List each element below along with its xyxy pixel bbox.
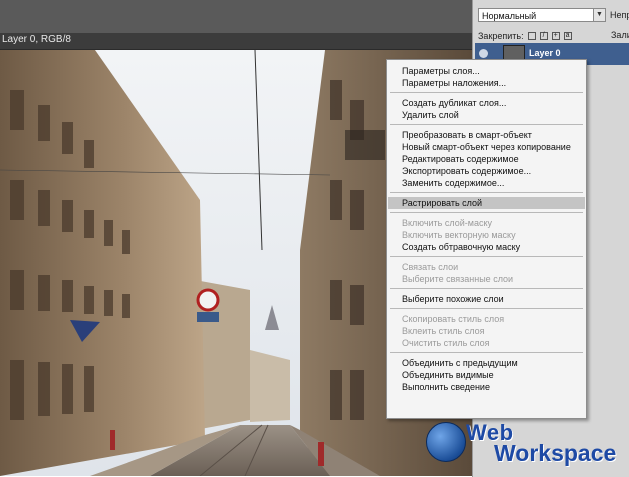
lock-label: Закрепить: [478, 31, 524, 41]
globe-icon [426, 422, 466, 462]
menu-item[interactable]: Параметры слоя... [388, 65, 585, 77]
menu-item[interactable]: Объединить видимые [388, 369, 585, 381]
menu-separator [390, 288, 583, 289]
menu-separator [390, 308, 583, 309]
menu-item[interactable]: Объединить с предыдущим [388, 357, 585, 369]
menu-item[interactable]: Экспортировать содержимое... [388, 165, 585, 177]
options-bar [0, 0, 472, 34]
lock-transparency-icon[interactable] [527, 32, 536, 40]
menu-item: Очистить стиль слоя [402, 338, 490, 348]
eye-icon[interactable] [479, 49, 488, 58]
blend-mode-select[interactable]: Нормальный [478, 8, 605, 22]
menu-item[interactable]: Удалить слой [388, 109, 585, 121]
menu-item[interactable]: Создать дубликат слоя... [388, 97, 585, 109]
menu-separator [390, 192, 583, 193]
menu-item[interactable]: Заменить содержимое... [388, 177, 585, 189]
web-workspace-logo: Web Workspace [426, 420, 622, 468]
fill-label: Зали [611, 30, 629, 40]
menu-item[interactable]: Создать обтравочную маску [388, 241, 585, 253]
document-tab-title: Layer 0, RGB/8 [2, 34, 71, 45]
menu-item: Вклеить стиль слоя [402, 326, 485, 336]
logo-line2: Workspace [494, 440, 617, 466]
menu-item: Скопировать стиль слоя [402, 314, 505, 324]
lock-position-icon[interactable]: + [551, 32, 560, 40]
document-tab[interactable]: Layer 0, RGB/8 [0, 33, 472, 50]
screenshot-frame: Layer 0, RGB/8 Нормальный ▼ Непр Закрепи… [0, 0, 629, 477]
menu-separator [390, 256, 583, 257]
menu-separator [390, 352, 583, 353]
menu-item[interactable]: Редактировать содержимое [388, 153, 585, 165]
menu-separator [390, 124, 583, 125]
menu-item[interactable]: Выполнить сведение [388, 381, 585, 393]
menu-separator [390, 92, 583, 93]
lock-all-icon[interactable]: a [563, 32, 572, 40]
menu-item: Выберите связанные слои [402, 274, 514, 284]
menu-item[interactable]: Преобразовать в смарт-объект [388, 129, 585, 141]
menu-item[interactable]: Выберите похожие слои [388, 293, 585, 305]
menu-separator [390, 212, 583, 213]
chevron-down-icon[interactable]: ▼ [593, 8, 606, 22]
lock-row: Закрепить: / + a [478, 30, 572, 42]
menu-item[interactable]: Параметры наложения... [388, 77, 585, 89]
opacity-label: Непр [610, 10, 629, 20]
layer-name: Layer 0 [529, 48, 561, 58]
menu-item[interactable]: Новый смарт-объект через копирование [388, 141, 585, 153]
lock-pixels-icon[interactable]: / [539, 32, 548, 40]
menu-item: Связать слои [402, 262, 459, 272]
layer-context-menu: Параметры слоя... Параметры наложения... С… [386, 59, 587, 419]
menu-item: Включить слой-маску [402, 218, 492, 228]
menu-item[interactable]: Растрировать слой [388, 197, 585, 209]
menu-item: Включить векторную маску [402, 230, 516, 240]
